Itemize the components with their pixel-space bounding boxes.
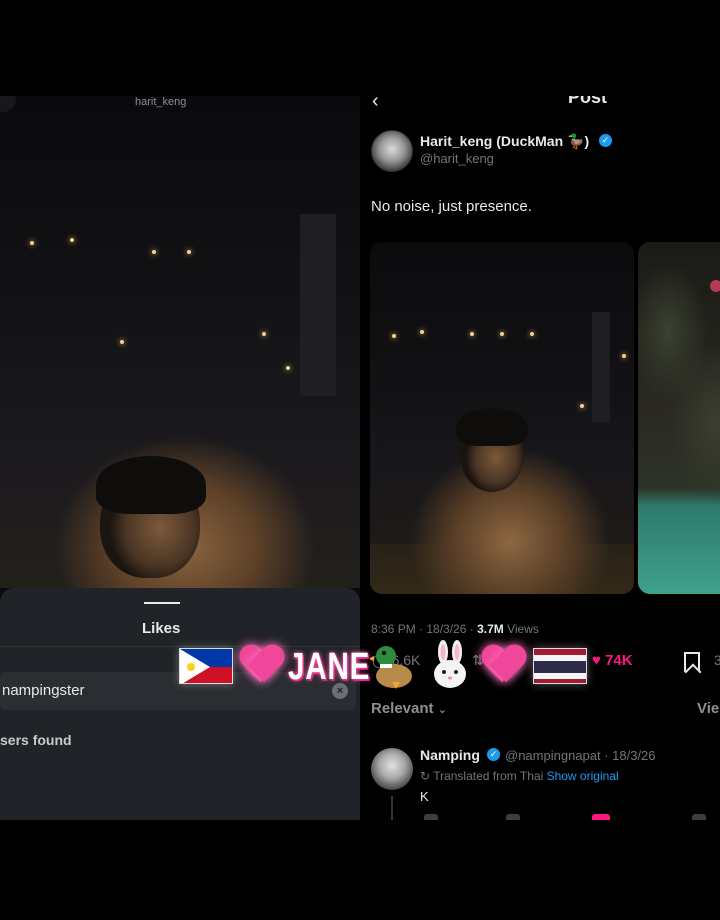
night-light (500, 332, 504, 336)
share-count[interactable]: 3 (714, 652, 720, 668)
night-light (470, 332, 474, 336)
repost-count: 3 (487, 652, 496, 668)
like-button[interactable]: ♥ 74K (592, 652, 633, 669)
bookmark-icon[interactable] (684, 652, 700, 672)
chevron-down-icon: ⌄ (437, 704, 447, 716)
post-actions: ◯ 6.6K ⇅ 3 ♥ 74K 3 (360, 652, 720, 678)
page-title: Post (568, 96, 608, 107)
left-photo: harit_keng (0, 96, 360, 588)
photo-user-label: harit_keng (135, 96, 187, 108)
translation-notice: ↻ Translated from Thai Show original (420, 769, 619, 783)
night-light (70, 238, 74, 242)
night-light (392, 334, 396, 338)
empty-state-message: sers found (0, 732, 72, 748)
back-arrow-icon[interactable]: ‹ (372, 96, 379, 113)
pink-flower (710, 280, 720, 292)
author-name[interactable]: Harit_keng (DuckMan 🦆) (420, 133, 589, 150)
repost-button[interactable]: ⇅ 3 (472, 652, 495, 669)
likes-bottom-sheet: Likes nampingster × sers found (0, 588, 360, 820)
pillar (592, 312, 610, 422)
views-label: Views (503, 622, 539, 636)
verified-badge-icon: ✓ (487, 748, 500, 761)
divider (0, 646, 360, 647)
sheet-drag-handle[interactable] (144, 602, 180, 604)
night-light (152, 250, 156, 254)
top-black-band (0, 0, 720, 96)
foliage (638, 242, 720, 502)
sort-dropdown[interactable]: Relevant ⌄ (371, 700, 447, 717)
sort-label: Relevant (371, 700, 434, 717)
night-light (30, 241, 34, 245)
reply-button[interactable]: ◯ 6.6K (372, 652, 420, 669)
reply-count: 6.6K (391, 652, 421, 668)
post-photo-1[interactable] (370, 242, 634, 594)
person-hair (96, 456, 206, 514)
translate-icon: ↻ (420, 769, 431, 783)
reply-avatar[interactable] (371, 748, 413, 790)
night-light (120, 340, 124, 344)
post-meta: 8:36 PM · 18/3/26 · 3.7M Views (371, 622, 539, 636)
translated-label: Translated from Thai (433, 769, 544, 783)
right-screenshot-panel: ‹ Post Harit_keng (DuckMan 🦆) ✓ @harit_k… (360, 96, 720, 820)
reply-author-name[interactable]: Namping (420, 747, 480, 763)
clear-search-icon[interactable]: × (332, 683, 348, 699)
night-light (622, 354, 626, 358)
pillar (300, 214, 336, 404)
person-hair (456, 408, 528, 446)
show-original-link[interactable]: Show original (547, 769, 619, 783)
view-quotes-link[interactable]: Vie (697, 700, 719, 717)
night-light (262, 332, 266, 336)
thread-line (391, 796, 393, 820)
reply-text: K (420, 789, 429, 804)
views-count: 3.7M (477, 622, 504, 636)
author-avatar[interactable] (371, 130, 413, 172)
bottom-black-band (0, 820, 720, 920)
search-value: nampingster (2, 682, 85, 699)
reply-icon: ◯ (372, 652, 388, 668)
likes-search-input[interactable]: nampingster × (0, 672, 356, 710)
post-text: No noise, just presence. (371, 198, 532, 215)
night-light (580, 404, 584, 408)
night-light (286, 366, 290, 370)
left-screenshot-panel: harit_keng Likes nampingster × sers foun… (0, 96, 360, 820)
post-timestamp: 8:36 PM · 18/3/26 · (371, 622, 478, 636)
reply-handle-date[interactable]: @nampingnapat · 18/3/26 (505, 748, 656, 763)
post-photo-2[interactable] (638, 242, 720, 594)
verified-badge-icon: ✓ (599, 134, 612, 147)
night-light (420, 330, 424, 334)
like-count: 74K (605, 652, 633, 669)
tab-likes[interactable]: Likes (142, 620, 180, 637)
heart-icon: ♥ (592, 652, 601, 669)
night-light (187, 250, 191, 254)
repost-icon: ⇅ (472, 652, 484, 668)
night-light (530, 332, 534, 336)
author-handle[interactable]: @harit_keng (420, 151, 494, 166)
